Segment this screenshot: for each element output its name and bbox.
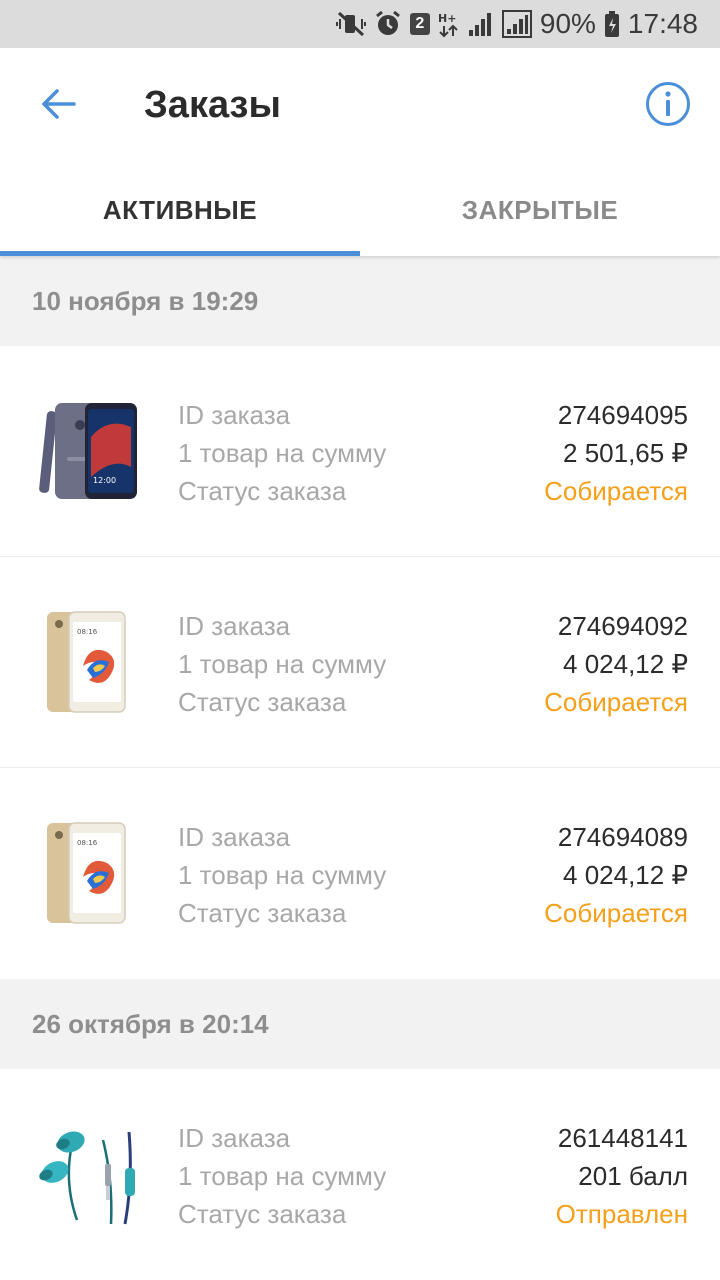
dark-phone-image: 12:00: [30, 394, 146, 510]
order-labels: ID заказа 1 товар на сумму Статус заказа: [178, 1119, 386, 1233]
order-values: 274694095 2 501,65 ₽ Собирается: [544, 396, 688, 510]
order-status-label: Статус заказа: [178, 476, 347, 506]
order-id: 261448141: [557, 1123, 688, 1153]
signal-icon-2: [501, 9, 532, 39]
order-card[interactable]: 08:16 ID заказа 1 товар на сумму Статус …: [0, 768, 720, 979]
status-bar: 2 H+ 90% 17:48: [0, 0, 720, 48]
order-sum-label: 1 товар на сумму: [178, 1161, 387, 1191]
order-id: 274694089: [557, 822, 688, 852]
network-type-icon: H+: [438, 9, 460, 39]
order-id: 274694095: [557, 400, 688, 430]
order-sum-label: 1 товар на сумму: [178, 860, 387, 890]
svg-text:08:16: 08:16: [77, 839, 98, 847]
app-bar: Заказы: [0, 48, 720, 164]
earphones-image: [30, 1117, 146, 1233]
battery-percent: 90%: [539, 8, 596, 39]
tab-bar: АКТИВНЫЕ ЗАКРЫТЫЕ: [0, 164, 720, 256]
order-id-label: ID заказа: [178, 1123, 291, 1153]
order-sum: 4 024,12 ₽: [563, 649, 688, 679]
sim-badge: 2: [409, 13, 430, 35]
tab-active-label: АКТИВНЫЕ: [102, 194, 258, 225]
svg-text:12:00: 12:00: [93, 476, 116, 485]
info-button[interactable]: [640, 78, 696, 134]
page-title: Заказы: [144, 84, 281, 126]
svg-text:H+: H+: [438, 12, 456, 25]
order-values: 261448141 201 балл Отправлен: [556, 1119, 688, 1233]
order-status-label: Статус заказа: [178, 687, 347, 717]
info-icon: [645, 81, 691, 132]
gold-phone-image: 08:16: [30, 605, 146, 721]
order-status: Собирается: [544, 898, 688, 928]
order-card[interactable]: ID заказа 1 товар на сумму Статус заказа…: [0, 1069, 720, 1280]
clock: 17:48: [627, 8, 698, 39]
order-id-label: ID заказа: [178, 400, 291, 430]
order-labels: ID заказа 1 товар на сумму Статус заказа: [178, 607, 386, 721]
gold-phone-image: 08:16: [30, 816, 146, 932]
orders-list: 10 ноября в 19:29 12:00 ID заказа 1 това…: [0, 256, 720, 1280]
order-card[interactable]: 08:16 ID заказа 1 товар на сумму Статус …: [0, 557, 720, 768]
back-button[interactable]: [30, 78, 86, 134]
order-sum: 2 501,65 ₽: [563, 438, 688, 468]
tab-closed[interactable]: ЗАКРЫТЫЕ: [360, 164, 720, 256]
arrow-left-icon: [40, 88, 76, 125]
tab-active[interactable]: АКТИВНЫЕ: [0, 164, 360, 256]
svg-text:08:16: 08:16: [77, 628, 98, 636]
date-header: 10 ноября в 19:29: [0, 256, 720, 346]
order-id-label: ID заказа: [178, 611, 291, 641]
signal-icon-1: [468, 9, 494, 39]
mute-vibrate-icon: [335, 9, 366, 39]
order-sum-label: 1 товар на сумму: [178, 649, 387, 679]
order-status: Собирается: [544, 476, 688, 506]
order-labels: ID заказа 1 товар на сумму Статус заказа: [178, 818, 386, 932]
tab-indicator: [0, 251, 360, 256]
date-header: 26 октября в 20:14: [0, 979, 720, 1069]
alarm-icon: [374, 9, 402, 39]
order-sum: 4 024,12 ₽: [563, 860, 688, 890]
order-values: 274694089 4 024,12 ₽ Собирается: [544, 818, 688, 932]
order-sum-label: 1 товар на сумму: [178, 438, 387, 468]
order-status: Собирается: [544, 687, 688, 717]
order-labels: ID заказа 1 товар на сумму Статус заказа: [178, 396, 386, 510]
tab-closed-label: ЗАКРЫТЫЕ: [461, 194, 619, 225]
order-status: Отправлен: [555, 1199, 688, 1229]
order-id-label: ID заказа: [178, 822, 291, 852]
order-status-label: Статус заказа: [178, 898, 347, 928]
order-status-label: Статус заказа: [178, 1199, 347, 1229]
battery-charging-icon: [604, 9, 620, 39]
order-sum: 201 балл: [578, 1161, 688, 1191]
order-values: 274694092 4 024,12 ₽ Собирается: [544, 607, 688, 721]
order-card[interactable]: 12:00 ID заказа 1 товар на сумму Статус …: [0, 346, 720, 557]
order-id: 274694092: [557, 611, 688, 641]
